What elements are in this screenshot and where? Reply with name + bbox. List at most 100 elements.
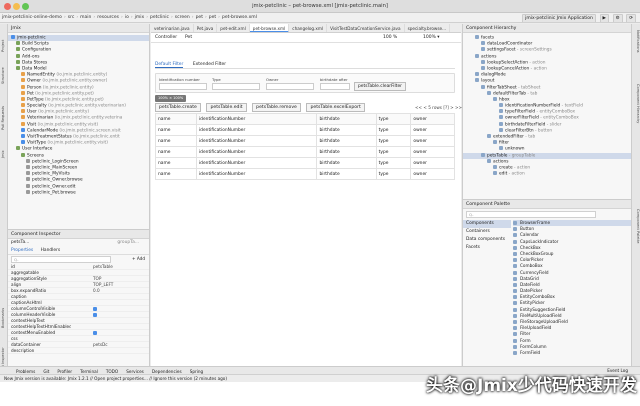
editor-tab[interactable]: pet-browse.xml bbox=[249, 24, 290, 32]
breadcrumb-item[interactable]: io bbox=[123, 13, 131, 20]
column-header[interactable]: owner bbox=[410, 113, 455, 125]
identification-number-field[interactable] bbox=[159, 83, 207, 90]
property-row[interactable]: description bbox=[8, 348, 149, 354]
hierarchy-item-type: - tab bbox=[525, 134, 536, 140]
pets-table[interactable]: name identificationNumber birthdate type own… bbox=[155, 113, 455, 403]
palette-search-input[interactable]: Q- bbox=[466, 211, 596, 218]
tree-item-icon bbox=[26, 177, 30, 182]
settings-icon[interactable]: ⚙ bbox=[612, 14, 623, 22]
tree-item-package: (io.jmix.petclinic.entity.visit) bbox=[47, 140, 108, 146]
bookmarks-tool-tab[interactable]: Bookmarks bbox=[1, 300, 7, 328]
editor-tab[interactable]: pet-edit.xml bbox=[217, 24, 250, 32]
table-cell: birthdate bbox=[316, 146, 377, 158]
inspector-component-bar: petsTa... groupTa... bbox=[8, 239, 149, 247]
table-pagination[interactable]: << < 5 rows [?] > >> bbox=[415, 105, 462, 110]
controller-link[interactable]: Controller bbox=[155, 35, 177, 40]
editor-tab[interactable]: Pet.java bbox=[194, 24, 218, 32]
filter-tab-sheet: Default Filter Extended Filter bbox=[155, 61, 455, 69]
hierarchy-item[interactable]: edit - action bbox=[463, 171, 631, 177]
tree-item-icon bbox=[16, 59, 20, 64]
palette-item-label: ComboBox bbox=[520, 263, 543, 269]
editor-tab[interactable]: VisitTestDataCreationService.java bbox=[327, 24, 405, 32]
component-icon bbox=[513, 295, 517, 300]
type-filter-field[interactable] bbox=[212, 83, 260, 90]
entity-link[interactable]: Pet bbox=[185, 35, 192, 40]
component-icon bbox=[513, 239, 517, 244]
excel-export-button[interactable]: petsTable.excelExport bbox=[306, 103, 365, 112]
breadcrumb-item[interactable]: pet bbox=[194, 13, 205, 20]
table-row[interactable]: name identificationNumber birthdate type own… bbox=[155, 135, 455, 147]
table-row[interactable]: name identificationNumber birthdate type own… bbox=[155, 157, 455, 169]
editor-tab[interactable]: specialty.browse... bbox=[405, 24, 451, 32]
component-hierarchy-tool-tab[interactable]: Component Hierarchy bbox=[633, 84, 640, 144]
add-property-button[interactable]: + Add bbox=[132, 256, 145, 261]
editor-tab[interactable]: veterinarian.java bbox=[151, 24, 194, 32]
tab-extended-filter[interactable]: Extended Filter bbox=[193, 61, 226, 67]
palette-item[interactable]: FormField bbox=[513, 350, 632, 356]
palette-category[interactable]: Data components bbox=[463, 236, 511, 244]
column-header[interactable]: birthdate bbox=[316, 113, 377, 125]
editor-tab[interactable]: changelog.xml bbox=[289, 24, 328, 32]
zoom-level[interactable]: 100 % bbox=[383, 35, 397, 40]
title-bar: jmix-petclinic – pet-browse.xml [jmix-pe… bbox=[0, 0, 640, 13]
owner-filter-field[interactable] bbox=[266, 83, 314, 90]
tree-item-icon bbox=[21, 109, 25, 114]
hierarchy-item-label: extendedFilter bbox=[493, 134, 524, 140]
tree-item-label: Build Scripts bbox=[22, 41, 49, 47]
hierarchy-item-label: filter bbox=[499, 140, 509, 146]
hierarchy-item-type: - action bbox=[514, 165, 531, 171]
breadcrumb-item[interactable]: jmix-petclinic-online-demo bbox=[0, 13, 64, 20]
run-button[interactable]: ▶ bbox=[599, 14, 609, 22]
table-cell: owner bbox=[410, 168, 455, 180]
create-button[interactable]: petsTable.create bbox=[155, 103, 201, 112]
tab-default-filter[interactable]: Default Filter bbox=[155, 61, 184, 68]
breadcrumb-item[interactable]: petclinic bbox=[148, 13, 171, 20]
breadcrumb-item[interactable]: pet bbox=[207, 13, 218, 20]
column-header[interactable]: type bbox=[375, 113, 412, 125]
breadcrumb-item[interactable]: resources bbox=[95, 13, 121, 20]
palette-category[interactable]: Components bbox=[463, 220, 511, 228]
jmix-tool-tab[interactable]: Jmix bbox=[1, 144, 7, 158]
tab-properties[interactable]: Properties bbox=[11, 248, 33, 253]
column-header[interactable]: name bbox=[155, 113, 197, 125]
edit-button[interactable]: petsTable.edit bbox=[206, 103, 247, 112]
breadcrumb-item[interactable]: src bbox=[66, 13, 77, 20]
table-row[interactable]: name identificationNumber birthdate type own… bbox=[155, 146, 455, 158]
breadcrumb-item[interactable]: main bbox=[78, 13, 93, 20]
component-palette-tool-tab[interactable]: Component Palette bbox=[633, 209, 640, 269]
breadcrumb-item[interactable]: jmix bbox=[133, 13, 147, 20]
component-icon bbox=[513, 307, 517, 312]
hierarchy-item-icon bbox=[475, 78, 479, 83]
remove-button[interactable]: petsTable.remove bbox=[252, 103, 301, 112]
tab-handlers[interactable]: Handlers bbox=[41, 248, 61, 253]
column-header[interactable]: identificationNumber bbox=[195, 113, 318, 125]
type-label: Type bbox=[212, 77, 221, 82]
pull-requests-tool-tab[interactable]: Pull Requests bbox=[1, 90, 7, 130]
tree-item-icon bbox=[21, 84, 25, 89]
ide-window: jmix-petclinic – pet-browse.xml [jmix-pe… bbox=[0, 0, 640, 406]
structure-tool-tab[interactable]: Structure bbox=[1, 58, 7, 84]
inspector-search-input[interactable]: Q- bbox=[11, 256, 111, 263]
hierarchy-item-type: - action bbox=[529, 60, 546, 66]
palette-category[interactable]: Facets bbox=[463, 244, 511, 252]
palette-category[interactable]: Containers bbox=[463, 228, 511, 236]
clear-filter-button[interactable]: petsTable.clearFilter bbox=[354, 82, 406, 91]
hierarchy-item-label: defaultFilterTab bbox=[493, 91, 527, 97]
birthdate-filter-field[interactable] bbox=[320, 83, 350, 90]
tree-item-label: petclinic_Owner.edit bbox=[32, 184, 76, 189]
project-tool-tab[interactable]: Project bbox=[1, 30, 7, 52]
table-row[interactable]: name identificationNumber birthdate type own… bbox=[155, 168, 455, 180]
table-row[interactable]: name identificationNumber birthdate type own… bbox=[155, 124, 455, 136]
run-config-select[interactable]: jmix-petclinic Jmix Application bbox=[522, 14, 596, 22]
tree-item-icon bbox=[26, 189, 30, 194]
property-list: id petsTable aggregatable aggregationStyle T… bbox=[8, 264, 149, 354]
notifications-tool-tab[interactable]: Notifications bbox=[633, 30, 640, 64]
hierarchy-item-label: clearFilterBtn bbox=[505, 128, 534, 134]
tree-item[interactable]: petclinic_Pet.browse bbox=[8, 189, 149, 196]
zoom-select[interactable]: 100% ▾ bbox=[423, 35, 440, 40]
refresh-icon[interactable]: ⟳ bbox=[626, 14, 636, 22]
breadcrumb-item[interactable]: screen bbox=[173, 13, 192, 20]
breadcrumb-item[interactable]: pet-browse.xml bbox=[220, 13, 259, 20]
palette-item-label: Calendar bbox=[520, 232, 539, 238]
table-cell: name bbox=[155, 124, 197, 136]
